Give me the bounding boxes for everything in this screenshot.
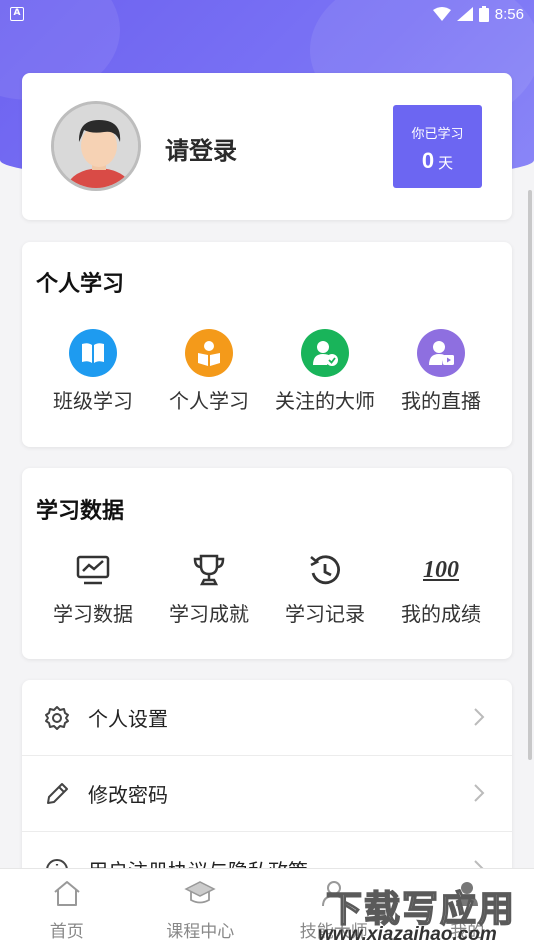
clock: 8:56 xyxy=(494,5,524,23)
grid-item-label: 我的成绩 xyxy=(401,602,481,626)
score-100-icon: 100 xyxy=(423,556,459,583)
grid-item-study-data[interactable]: 学习数据 xyxy=(35,550,151,627)
login-prompt[interactable]: 请登录 xyxy=(165,131,237,166)
grid-item-personal-study[interactable]: 个人学习 xyxy=(151,329,267,414)
monitor-chart-icon xyxy=(73,550,113,590)
status-bar: A 8:56 xyxy=(0,0,534,28)
master-icon xyxy=(321,881,346,907)
profile-card: 请登录 你已学习 0天 xyxy=(22,73,512,220)
grid-item-followed-masters[interactable]: 关注的大师 xyxy=(267,329,383,414)
study-data-card: 学习数据 学习数据 学习成就 学习记录 100 我的成绩 xyxy=(22,468,512,659)
menu-item-label: 修改密码 xyxy=(88,783,168,807)
history-clock-icon xyxy=(305,550,345,590)
study-days-value: 0 xyxy=(421,148,435,173)
tab-mine[interactable]: 我的 xyxy=(401,869,534,950)
battery-icon xyxy=(478,6,489,22)
tab-label: 技能大师 xyxy=(299,922,368,942)
section-title: 学习数据 xyxy=(36,499,125,524)
reading-person-icon xyxy=(185,329,233,377)
study-days-label: 你已学习 xyxy=(411,127,464,142)
tab-label: 课程中心 xyxy=(166,922,235,942)
verified-master-icon xyxy=(301,329,349,377)
signal-icon xyxy=(456,7,473,21)
grid-item-study-records[interactable]: 学习记录 xyxy=(267,550,383,627)
grid-item-label: 学习成就 xyxy=(169,602,249,626)
study-days-badge: 你已学习 0天 xyxy=(393,105,482,188)
grid-item-achievements[interactable]: 学习成就 xyxy=(151,550,267,627)
grid-item-label: 班级学习 xyxy=(53,389,133,413)
section-title: 个人学习 xyxy=(36,272,125,297)
book-icon xyxy=(69,329,117,377)
live-stream-icon xyxy=(417,329,465,377)
personal-study-card: 个人学习 班级学习 个人学习 关注的大师 我的直播 xyxy=(22,242,512,447)
scrollbar[interactable] xyxy=(528,190,532,760)
gear-icon xyxy=(45,705,69,730)
pencil-icon xyxy=(47,782,68,804)
grid-item-label: 学习记录 xyxy=(285,602,365,626)
grid-item-label: 我的直播 xyxy=(401,389,481,413)
trophy-icon xyxy=(189,550,229,590)
menu-item-label: 个人设置 xyxy=(88,707,168,731)
grid-item-my-scores[interactable]: 100 我的成绩 xyxy=(383,550,499,627)
home-icon xyxy=(54,881,80,906)
user-icon xyxy=(456,882,479,906)
avatar[interactable] xyxy=(51,101,141,191)
grid-item-label: 个人学习 xyxy=(169,389,249,413)
study-days-unit: 天 xyxy=(438,154,454,172)
menu-item-personal-settings[interactable]: 个人设置 xyxy=(22,680,512,756)
tab-skill-masters[interactable]: 技能大师 xyxy=(267,869,401,950)
chevron-right-icon xyxy=(474,708,485,726)
bottom-tab-bar: 首页 课程中心 技能大师 我的 xyxy=(0,868,534,950)
app-notification-icon: A xyxy=(10,7,24,21)
tab-label: 首页 xyxy=(49,922,84,942)
grid-item-my-live[interactable]: 我的直播 xyxy=(383,329,499,414)
tab-home[interactable]: 首页 xyxy=(0,869,134,950)
grid-item-label: 学习数据 xyxy=(53,602,133,626)
tab-label: 我的 xyxy=(450,922,485,942)
wifi-icon xyxy=(432,7,451,21)
grid-item-class-study[interactable]: 班级学习 xyxy=(35,329,151,414)
grid-item-label: 关注的大师 xyxy=(275,389,375,413)
chevron-right-icon xyxy=(474,784,485,802)
graduation-cap-icon xyxy=(184,881,216,904)
default-avatar-icon xyxy=(54,104,138,188)
menu-item-change-password[interactable]: 修改密码 xyxy=(22,756,512,832)
tab-course-center[interactable]: 课程中心 xyxy=(134,869,268,950)
